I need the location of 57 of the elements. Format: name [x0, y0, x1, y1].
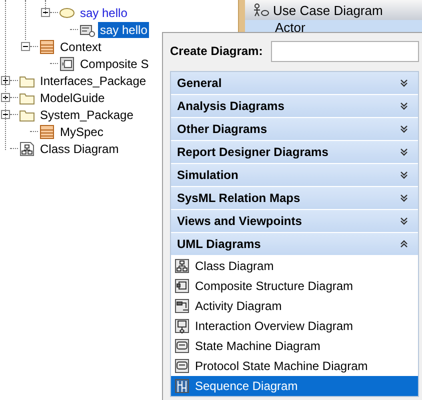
- class-icon: [39, 124, 55, 140]
- expand-chevron-icon: [400, 171, 408, 179]
- class-icon: [39, 38, 55, 54]
- diagram-icon: [174, 378, 190, 394]
- diagram-option[interactable]: Sequence Diagram: [171, 376, 418, 396]
- tree-item[interactable]: Context: [58, 38, 104, 54]
- diagram-option[interactable]: Activity Diagram: [171, 296, 418, 316]
- category-header[interactable]: UML Diagrams: [171, 233, 418, 256]
- diagram-icon: [174, 358, 190, 374]
- category-header[interactable]: Views and Viewpoints: [171, 210, 418, 233]
- expand-chevron-icon: [400, 102, 408, 110]
- element-icon: [79, 22, 95, 36]
- category-header[interactable]: Analysis Diagrams: [171, 95, 418, 118]
- tree-item[interactable]: System_Package: [38, 106, 136, 122]
- tree-item[interactable]: say hello: [78, 4, 130, 20]
- tree-item[interactable]: Class Diagram: [38, 140, 121, 156]
- diagram-icon: [174, 278, 190, 294]
- palette-header[interactable]: Use Case Diagram: [245, 0, 422, 20]
- expand-toggle-icon[interactable]: [1, 93, 10, 102]
- expand-toggle-icon[interactable]: [1, 110, 10, 119]
- category-header[interactable]: SysML Relation Maps: [171, 187, 418, 210]
- diagram-icon: [174, 338, 190, 354]
- tree-item[interactable]: Interfaces_Package: [38, 72, 148, 88]
- diagram-icon: [174, 318, 190, 334]
- category-header[interactable]: General: [171, 72, 418, 95]
- diagram-option[interactable]: Class Diagram: [171, 256, 418, 276]
- expand-chevron-icon: [400, 194, 408, 202]
- element-icon: [59, 56, 75, 72]
- collapse-chevron-icon: [400, 240, 408, 248]
- expand-toggle-icon[interactable]: [41, 8, 50, 17]
- folder-icon: [19, 90, 35, 104]
- search-label: Create Diagram:: [170, 44, 263, 58]
- category-header[interactable]: Report Designer Diagrams: [171, 141, 418, 164]
- diagram-option[interactable]: Interaction Overview Diagram: [171, 316, 418, 336]
- diagram-icon: [174, 258, 190, 274]
- expand-chevron-icon: [400, 125, 408, 133]
- diagram-option[interactable]: State Machine Diagram: [171, 336, 418, 356]
- tree-item[interactable]: say hello: [98, 22, 150, 38]
- expand-toggle-icon[interactable]: [21, 42, 30, 51]
- tree-item[interactable]: Composite S: [78, 56, 151, 72]
- folder-icon: [19, 74, 35, 88]
- diagram-icon: [174, 298, 190, 314]
- expand-chevron-icon: [400, 79, 408, 87]
- diagram-option[interactable]: Protocol State Machine Diagram: [171, 356, 418, 376]
- ellipse-icon: [59, 6, 75, 18]
- expand-chevron-icon: [400, 148, 408, 156]
- diagram-icon: [19, 140, 35, 156]
- category-header[interactable]: Simulation: [171, 164, 418, 187]
- diagram-option[interactable]: Composite Structure Diagram: [171, 276, 418, 296]
- search-field[interactable]: [271, 40, 419, 62]
- expand-chevron-icon: [400, 217, 408, 225]
- tree-item[interactable]: ModelGuide: [38, 90, 107, 106]
- expand-toggle-icon[interactable]: [1, 76, 10, 85]
- folder-icon: [19, 108, 35, 122]
- actor-diagram-icon: [253, 3, 269, 17]
- tree-item[interactable]: MySpec: [58, 124, 106, 140]
- category-header[interactable]: Other Diagrams: [171, 118, 418, 141]
